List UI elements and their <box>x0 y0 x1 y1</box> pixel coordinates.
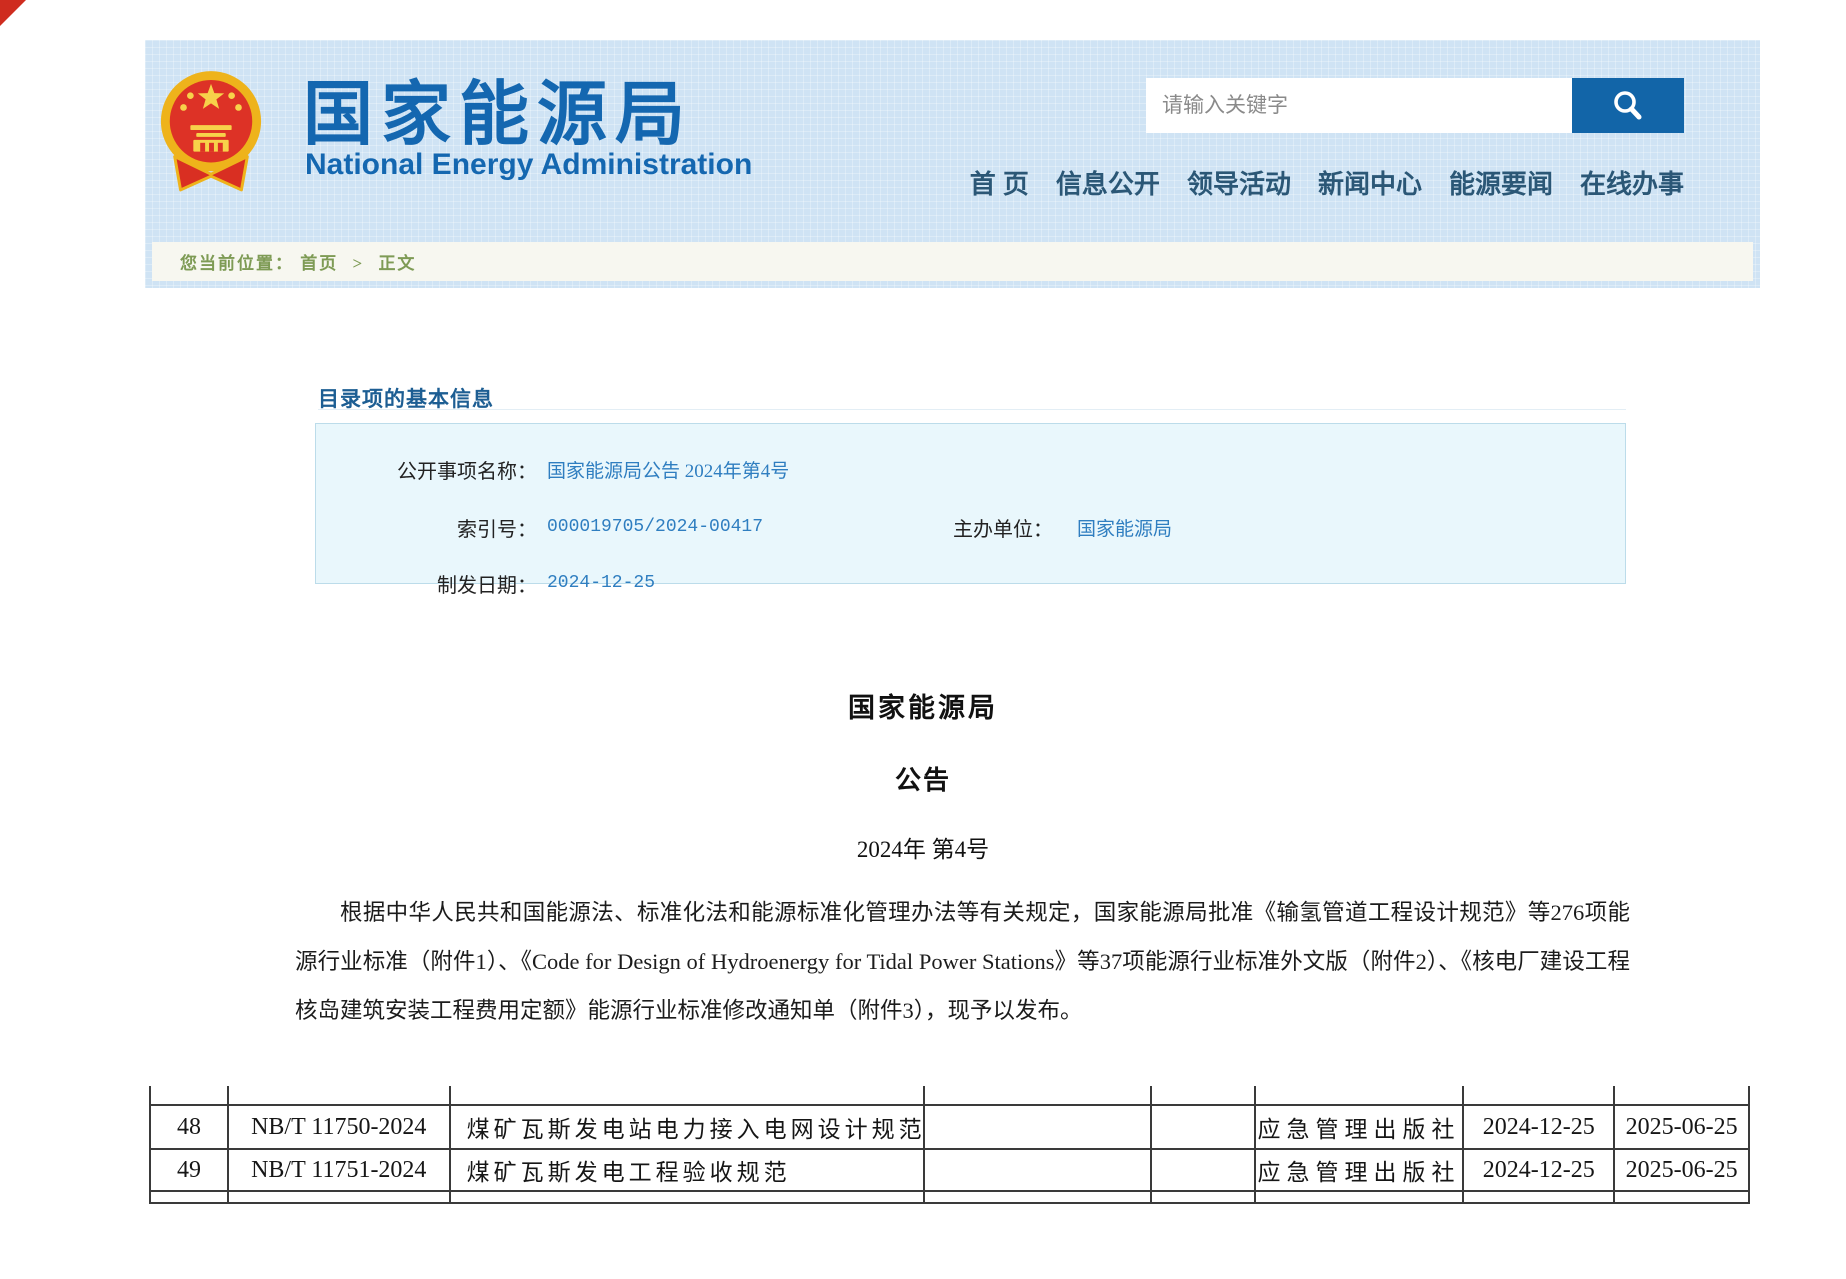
site-title-zh: 国家能源局 <box>303 58 693 159</box>
document-paragraph: 根据中华人民共和国能源法、标准化法和能源标准化管理办法等有关规定，国家能源局批准… <box>295 888 1630 1035</box>
nav-item-info-disclosure[interactable]: 信息公开 <box>1056 164 1160 201</box>
breadcrumb-link-home[interactable]: 首页 <box>300 254 338 273</box>
field-value-index: 000019705/2024-00417 <box>547 517 763 537</box>
breadcrumb: 您当前位置： 首页 > 正文 <box>152 242 1753 281</box>
cell-publisher: 应急管理出版社 <box>1256 1106 1465 1148</box>
table-row: 48 NB/T 11750-2024 煤矿瓦斯发电站电力接入电网设计规范 应急管… <box>149 1104 1750 1148</box>
cell-issue-date: 2024-12-25 <box>1464 1150 1615 1190</box>
main-nav: 首 页 信息公开 领导活动 新闻中心 能源要闻 在线办事 <box>970 164 1684 201</box>
search-button[interactable] <box>1572 78 1684 133</box>
nav-item-home[interactable]: 首 页 <box>970 164 1029 201</box>
standards-table: 48 NB/T 11750-2024 煤矿瓦斯发电站电力接入电网设计规范 应急管… <box>149 1086 1750 1204</box>
table-row-partial-top <box>149 1086 1750 1104</box>
national-emblem-logo <box>157 68 265 198</box>
field-value-name: 国家能源局公告 2024年第4号 <box>547 456 789 483</box>
cell-effective-date: 2025-06-25 <box>1615 1150 1750 1190</box>
field-row-name: 公开事项名称： 国家能源局公告 2024年第4号 <box>316 456 1625 482</box>
cell-issue-date: 2024-12-25 <box>1464 1106 1615 1148</box>
breadcrumb-prefix: 您当前位置： <box>180 254 294 273</box>
document-subtitle: 公告 <box>0 760 1846 797</box>
field-row-date: 制发日期： 2024-12-25 <box>316 570 1625 596</box>
table-row: 49 NB/T 11751-2024 煤矿瓦斯发电工程验收规范 应急管理出版社 … <box>149 1148 1750 1190</box>
heading-divider <box>318 409 1626 410</box>
document-title: 国家能源局 <box>0 686 1846 725</box>
cell-row-number: 49 <box>151 1150 229 1190</box>
cell-effective-date: 2025-06-25 <box>1615 1106 1750 1148</box>
cell-empty <box>1152 1150 1256 1190</box>
nav-item-leader-activities[interactable]: 领导活动 <box>1187 164 1291 201</box>
corner-mark <box>0 0 26 26</box>
breadcrumb-separator: > <box>353 254 365 273</box>
search-icon <box>1610 88 1646 124</box>
breadcrumb-link-current[interactable]: 正文 <box>378 254 416 273</box>
field-label-index: 索引号： <box>316 513 537 542</box>
cell-empty <box>1152 1106 1256 1148</box>
document-number: 2024年 第4号 <box>0 830 1846 864</box>
cell-standard-code: NB/T 11750-2024 <box>229 1106 451 1148</box>
field-label-date: 制发日期： <box>316 569 537 598</box>
cell-standard-title: 煤矿瓦斯发电站电力接入电网设计规范 <box>451 1106 925 1148</box>
cell-empty <box>925 1106 1152 1148</box>
cell-publisher: 应急管理出版社 <box>1256 1150 1465 1190</box>
field-value-date: 2024-12-25 <box>547 573 655 593</box>
info-box: 公开事项名称： 国家能源局公告 2024年第4号 索引号： 000019705/… <box>315 423 1626 584</box>
field-label-name: 公开事项名称： <box>316 455 537 484</box>
cell-standard-title: 煤矿瓦斯发电工程验收规范 <box>451 1150 925 1190</box>
cell-standard-code: NB/T 11751-2024 <box>229 1150 451 1190</box>
nav-item-online-services[interactable]: 在线办事 <box>1580 164 1684 201</box>
table-row-partial-bottom <box>149 1190 1750 1204</box>
page: 国家能源局 National Energy Administration 首 页… <box>0 0 1846 1279</box>
field-row-index: 索引号： 000019705/2024-00417 主办单位： 国家能源局 <box>316 514 1625 540</box>
cell-empty <box>925 1150 1152 1190</box>
site-title-en: National Energy Administration <box>305 148 752 182</box>
field-value-org: 国家能源局 <box>1077 514 1172 541</box>
nav-item-news-center[interactable]: 新闻中心 <box>1318 164 1422 201</box>
field-label-org: 主办单位： <box>763 513 1053 542</box>
search-input[interactable] <box>1146 78 1572 133</box>
nav-item-energy-news[interactable]: 能源要闻 <box>1449 164 1553 201</box>
cell-row-number: 48 <box>151 1106 229 1148</box>
site-header: 国家能源局 National Energy Administration 首 页… <box>145 40 1760 288</box>
